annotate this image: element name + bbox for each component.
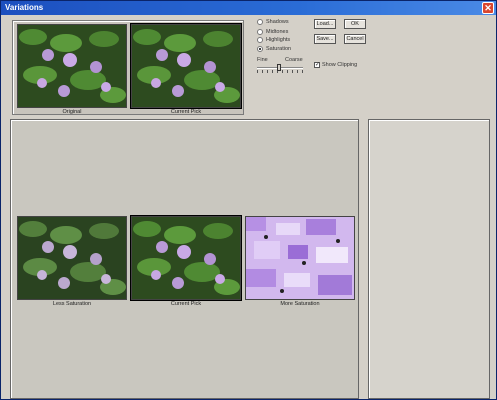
- cancel-button[interactable]: Cancel: [344, 34, 366, 44]
- slider-fine-label: Fine: [257, 57, 268, 63]
- original-thumbnail: [17, 24, 127, 108]
- radio-shadows[interactable]: Shadows: [257, 19, 289, 25]
- fine-coarse-slider-thumb[interactable]: [277, 64, 281, 71]
- lily-image: [18, 217, 126, 299]
- less-saturation-caption: Less Saturation: [52, 301, 92, 307]
- title-bar[interactable]: Variations ✕: [1, 1, 496, 15]
- less-saturation-thumbnail[interactable]: [17, 216, 127, 300]
- checkmark-icon: ✓: [314, 62, 321, 68]
- radio-icon: [257, 19, 263, 25]
- lily-image: [132, 217, 240, 299]
- save-button[interactable]: Save...: [314, 34, 336, 44]
- radio-midtones[interactable]: Midtones: [257, 29, 288, 35]
- load-button[interactable]: Load...: [314, 19, 336, 29]
- radio-label: Highlights: [266, 37, 291, 43]
- current-pick-thumbnail[interactable]: [130, 23, 242, 109]
- radio-selected-icon: [257, 46, 263, 52]
- radio-label: Midtones: [266, 29, 289, 35]
- original-caption: Original: [62, 109, 82, 115]
- lily-image: [18, 25, 126, 107]
- show-clipping-checkbox[interactable]: ✓ Show Clipping: [314, 62, 357, 68]
- radio-saturation[interactable]: Saturation: [257, 46, 291, 52]
- center-current-pick-caption: Current Pick: [170, 301, 202, 307]
- radio-label: Shadows: [266, 19, 289, 25]
- radio-icon: [257, 29, 263, 35]
- ok-button[interactable]: OK: [344, 19, 366, 29]
- show-clipping-label: Show Clipping: [322, 62, 358, 68]
- radio-label: Saturation: [266, 46, 292, 52]
- more-saturation-thumbnail[interactable]: [245, 216, 355, 300]
- lily-image: [132, 25, 240, 107]
- radio-icon: [257, 37, 263, 43]
- variations-dialog: Variations ✕ Original Current Pick Shado…: [0, 0, 497, 400]
- lily-image-oversaturated: [246, 217, 354, 299]
- window-title: Variations: [5, 3, 44, 12]
- center-current-pick-thumbnail[interactable]: [130, 215, 242, 301]
- slider-coarse-label: Coarse: [285, 57, 303, 63]
- more-saturation-caption: More Saturation: [280, 301, 320, 307]
- radio-highlights[interactable]: Highlights: [257, 37, 290, 43]
- side-panel: [368, 119, 490, 399]
- close-button[interactable]: ✕: [482, 2, 494, 14]
- current-pick-caption: Current Pick: [170, 109, 202, 115]
